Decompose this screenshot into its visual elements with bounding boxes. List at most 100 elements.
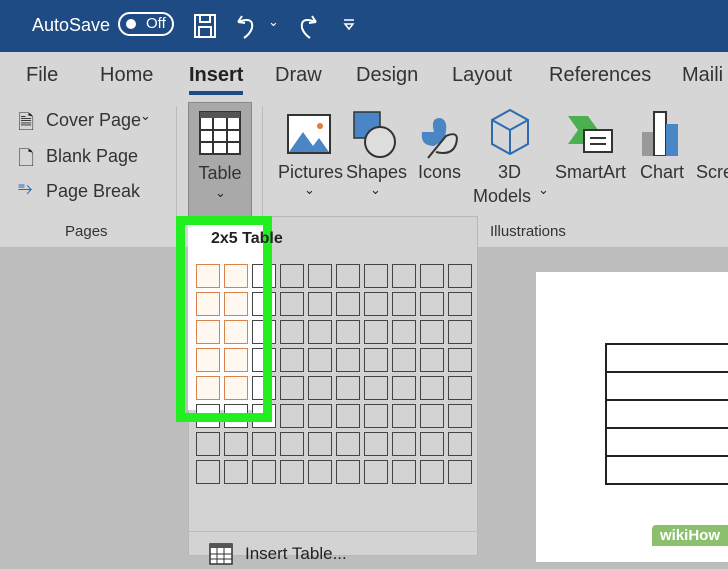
grid-cell[interactable] bbox=[420, 376, 444, 400]
grid-cell[interactable] bbox=[224, 264, 248, 288]
grid-cell[interactable] bbox=[364, 348, 388, 372]
grid-cell[interactable] bbox=[448, 432, 472, 456]
blank-page-button[interactable]: Blank Page bbox=[46, 146, 138, 167]
grid-cell[interactable] bbox=[196, 404, 220, 428]
grid-cell[interactable] bbox=[280, 320, 304, 344]
grid-cell[interactable] bbox=[252, 432, 276, 456]
grid-cell[interactable] bbox=[196, 460, 220, 484]
grid-cell[interactable] bbox=[308, 292, 332, 316]
grid-cell[interactable] bbox=[224, 320, 248, 344]
grid-cell[interactable] bbox=[392, 292, 416, 316]
tab-mailings[interactable]: Maili bbox=[682, 64, 723, 87]
grid-cell[interactable] bbox=[364, 432, 388, 456]
undo-dropdown-icon[interactable]: ⌄ bbox=[268, 14, 279, 30]
grid-cell[interactable] bbox=[392, 376, 416, 400]
grid-cell[interactable] bbox=[420, 292, 444, 316]
grid-cell[interactable] bbox=[420, 404, 444, 428]
grid-cell[interactable] bbox=[336, 348, 360, 372]
grid-cell[interactable] bbox=[392, 320, 416, 344]
grid-cell[interactable] bbox=[308, 320, 332, 344]
cover-page-button[interactable]: Cover Page bbox=[46, 110, 141, 131]
grid-cell[interactable] bbox=[224, 460, 248, 484]
tab-references[interactable]: References bbox=[549, 64, 651, 87]
grid-cell[interactable] bbox=[308, 460, 332, 484]
grid-cell[interactable] bbox=[364, 460, 388, 484]
grid-cell[interactable] bbox=[420, 264, 444, 288]
redo-icon[interactable] bbox=[294, 12, 320, 40]
grid-cell[interactable] bbox=[224, 292, 248, 316]
grid-cell[interactable] bbox=[280, 264, 304, 288]
grid-cell[interactable] bbox=[308, 264, 332, 288]
grid-cell[interactable] bbox=[392, 432, 416, 456]
grid-cell[interactable] bbox=[420, 460, 444, 484]
grid-cell[interactable] bbox=[364, 292, 388, 316]
grid-cell[interactable] bbox=[336, 320, 360, 344]
grid-cell[interactable] bbox=[196, 376, 220, 400]
pictures-button[interactable]: Pictures bbox=[278, 162, 343, 183]
tab-file[interactable]: File bbox=[26, 64, 58, 87]
grid-cell[interactable] bbox=[448, 348, 472, 372]
grid-cell[interactable] bbox=[336, 432, 360, 456]
page-break-button[interactable]: Page Break bbox=[46, 181, 140, 202]
undo-icon[interactable] bbox=[234, 12, 260, 40]
grid-cell[interactable] bbox=[364, 404, 388, 428]
grid-cell[interactable] bbox=[392, 404, 416, 428]
grid-cell[interactable] bbox=[336, 376, 360, 400]
grid-cell[interactable] bbox=[280, 348, 304, 372]
chart-button[interactable]: Chart bbox=[640, 162, 684, 183]
grid-cell[interactable] bbox=[364, 320, 388, 344]
grid-cell[interactable] bbox=[308, 348, 332, 372]
grid-cell[interactable] bbox=[336, 264, 360, 288]
grid-cell[interactable] bbox=[252, 404, 276, 428]
3d-button[interactable]: 3D bbox=[498, 162, 521, 183]
grid-cell[interactable] bbox=[448, 460, 472, 484]
tab-insert[interactable]: Insert bbox=[189, 64, 244, 95]
grid-cell[interactable] bbox=[448, 292, 472, 316]
grid-cell[interactable] bbox=[420, 348, 444, 372]
grid-cell[interactable] bbox=[308, 432, 332, 456]
grid-cell[interactable] bbox=[364, 264, 388, 288]
grid-cell[interactable] bbox=[252, 320, 276, 344]
grid-cell[interactable] bbox=[448, 404, 472, 428]
grid-cell[interactable] bbox=[420, 320, 444, 344]
grid-cell[interactable] bbox=[252, 460, 276, 484]
grid-cell[interactable] bbox=[252, 376, 276, 400]
grid-cell[interactable] bbox=[308, 376, 332, 400]
grid-cell[interactable] bbox=[280, 292, 304, 316]
save-icon[interactable] bbox=[192, 12, 220, 40]
grid-cell[interactable] bbox=[336, 292, 360, 316]
grid-cell[interactable] bbox=[196, 320, 220, 344]
smartart-button[interactable]: SmartArt bbox=[555, 162, 626, 183]
grid-cell[interactable] bbox=[280, 376, 304, 400]
grid-cell[interactable] bbox=[224, 432, 248, 456]
tab-design[interactable]: Design bbox=[356, 64, 418, 87]
customize-toolbar-icon[interactable] bbox=[342, 18, 356, 32]
grid-cell[interactable] bbox=[196, 264, 220, 288]
shapes-button[interactable]: Shapes bbox=[346, 162, 407, 183]
grid-cell[interactable] bbox=[224, 404, 248, 428]
tab-draw[interactable]: Draw bbox=[275, 64, 322, 87]
grid-cell[interactable] bbox=[224, 376, 248, 400]
grid-cell[interactable] bbox=[336, 460, 360, 484]
grid-cell[interactable] bbox=[448, 376, 472, 400]
icons-button[interactable]: Icons bbox=[418, 162, 461, 183]
grid-cell[interactable] bbox=[448, 264, 472, 288]
insert-table-menu-item[interactable]: Insert Table... bbox=[205, 543, 465, 569]
grid-cell[interactable] bbox=[448, 320, 472, 344]
tab-layout[interactable]: Layout bbox=[452, 64, 512, 87]
screenshot-button[interactable]: Scre bbox=[696, 162, 728, 183]
grid-cell[interactable] bbox=[196, 348, 220, 372]
grid-cell[interactable] bbox=[280, 404, 304, 428]
grid-cell[interactable] bbox=[392, 264, 416, 288]
grid-cell[interactable] bbox=[196, 432, 220, 456]
grid-cell[interactable] bbox=[252, 264, 276, 288]
grid-cell[interactable] bbox=[364, 376, 388, 400]
autosave-toggle[interactable]: Off bbox=[118, 12, 174, 36]
grid-cell[interactable] bbox=[392, 460, 416, 484]
grid-cell[interactable] bbox=[392, 348, 416, 372]
grid-cell[interactable] bbox=[196, 292, 220, 316]
grid-cell[interactable] bbox=[280, 432, 304, 456]
grid-cell[interactable] bbox=[336, 404, 360, 428]
tab-home[interactable]: Home bbox=[100, 64, 153, 87]
grid-cell[interactable] bbox=[308, 404, 332, 428]
